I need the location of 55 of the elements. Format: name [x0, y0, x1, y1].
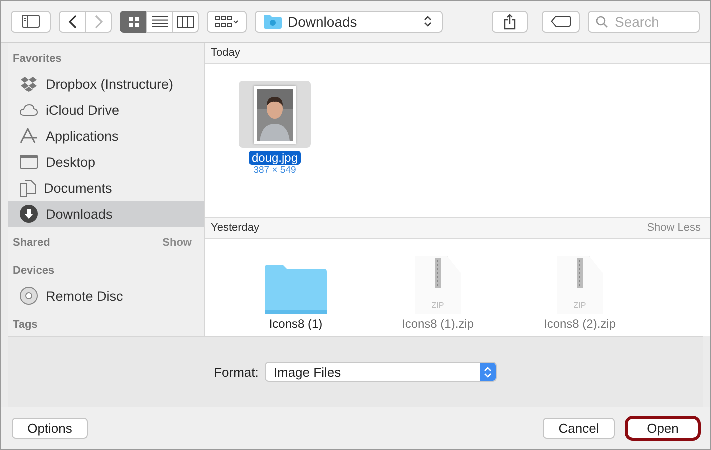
- back-icon: [68, 14, 78, 28]
- share-icon: [504, 14, 516, 30]
- sidebar-item[interactable]: Documents: [8, 175, 204, 201]
- sidebar-section-title: Tags: [13, 319, 38, 331]
- open-button[interactable]: Open: [625, 416, 701, 440]
- sidebar-item[interactable]: Desktop: [8, 149, 204, 175]
- format-dropdown[interactable]: Image Files: [264, 362, 497, 382]
- sidebar-item[interactable]: Remote Disc: [8, 283, 204, 309]
- file-dimensions: 387 × 549: [254, 165, 296, 176]
- forward-icon: [94, 14, 104, 28]
- sidebar-section-title: Favorites: [13, 53, 62, 65]
- share-button[interactable]: [492, 10, 528, 32]
- download-icon: [20, 205, 38, 223]
- thumbnail-frame[interactable]: [239, 81, 311, 148]
- list-icon: [152, 16, 168, 28]
- file-name: Icons8 (1): [268, 317, 324, 331]
- chevron-updown-icon: [424, 15, 432, 28]
- sidebar-item[interactable]: iCloud Drive: [8, 97, 204, 123]
- cloud-icon: [20, 104, 38, 116]
- dropbox-icon: [20, 76, 38, 92]
- tag-icon: [551, 16, 571, 27]
- documents-icon: [20, 180, 36, 196]
- stepper-icon: [480, 363, 496, 381]
- view-mode-button[interactable]: [120, 10, 147, 32]
- search-field[interactable]: Search: [588, 10, 700, 32]
- group-title: Today: [211, 47, 240, 59]
- sidebar-item[interactable]: Downloads: [8, 201, 204, 227]
- desktop-icon: [20, 155, 38, 169]
- file-name: Icons8 (1).zip: [400, 317, 476, 331]
- sidebar-toggle-button[interactable]: [11, 10, 51, 32]
- file-name: Icons8 (2).zip: [542, 317, 618, 331]
- sidebar-icon: [22, 15, 40, 28]
- group-title: Yesterday: [211, 222, 260, 234]
- zipper-icon: [435, 258, 441, 288]
- back-button[interactable]: [59, 10, 86, 32]
- cancel-button[interactable]: Cancel: [543, 418, 615, 438]
- view-mode-button[interactable]: [146, 10, 173, 32]
- sidebar-section-title: Shared: [13, 237, 50, 249]
- columns-icon: [177, 16, 194, 28]
- arrange-icon: [215, 16, 239, 28]
- grid-icon: [128, 16, 140, 28]
- tag-button[interactable]: [542, 10, 580, 32]
- location-dropdown[interactable]: Downloads: [255, 10, 443, 32]
- file-name: doug.jpg: [248, 151, 302, 165]
- sidebar-item[interactable]: Applications: [8, 123, 204, 149]
- sidebar-item[interactable]: Dropbox (Instructure): [8, 71, 204, 97]
- format-label: Format:: [214, 364, 259, 380]
- applications-icon: [20, 128, 38, 144]
- zipper-icon: [577, 258, 583, 288]
- folder-icon: [264, 14, 282, 28]
- disc-icon: [20, 287, 38, 305]
- options-button[interactable]: Options: [12, 418, 88, 438]
- arrange-button[interactable]: [207, 10, 247, 32]
- sidebar-section-title: Devices: [13, 265, 55, 277]
- view-mode-button[interactable]: [172, 10, 199, 32]
